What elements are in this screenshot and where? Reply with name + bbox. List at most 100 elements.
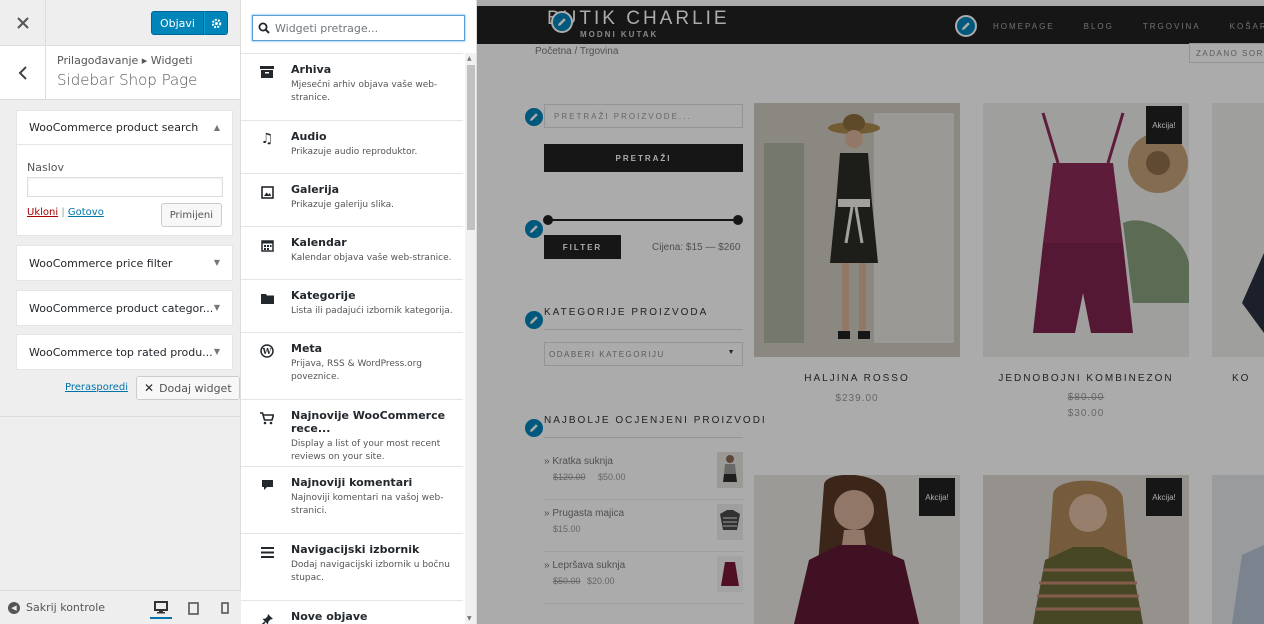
- list-item[interactable]: » Prugasta majica $15.00: [544, 500, 743, 552]
- list-item[interactable]: Navigacijski izbornik Dodaj navigacijski…: [241, 533, 463, 600]
- site-logo[interactable]: BUTIK CHARLIE: [547, 8, 730, 30]
- widget-top-rated[interactable]: WooCommerce top rated produ... ▼: [16, 334, 233, 370]
- menu-icon: [259, 544, 275, 560]
- chevron-left-icon: [18, 66, 27, 80]
- widget-description: Prikazuje audio reproduktor.: [291, 147, 418, 157]
- product-title[interactable]: HALJINA ROSSO: [754, 373, 960, 384]
- edit-shortcut-button[interactable]: [551, 11, 573, 33]
- list-item[interactable]: Najnovije WooCommerce rece... Display a …: [241, 399, 463, 466]
- product-image[interactable]: [754, 103, 960, 357]
- category-select[interactable]: ODABERI KATEGORIJU ▼: [544, 342, 743, 366]
- widget-title: WooCommerce top rated produ...: [29, 345, 213, 359]
- price-slider-min-handle[interactable]: [543, 215, 553, 225]
- remove-link[interactable]: Ukloni: [27, 207, 58, 218]
- nav-item-homepage[interactable]: HOMEPAGE: [993, 22, 1055, 31]
- product-search-input[interactable]: PRETRAŽI PROIZVODE...: [544, 104, 743, 128]
- list-item[interactable]: Kategorije Lista ili padajući izbornik k…: [241, 279, 463, 332]
- customizer-header: Objavi: [0, 0, 240, 46]
- product-image[interactable]: [1212, 475, 1264, 624]
- edit-shortcut-button[interactable]: [955, 15, 977, 37]
- back-button[interactable]: [0, 46, 46, 100]
- price-slider-max-handle[interactable]: [733, 215, 743, 225]
- filter-button[interactable]: FILTER: [544, 235, 621, 259]
- divider: [544, 437, 743, 438]
- widget-header[interactable]: WooCommerce product categor... ▼: [17, 291, 232, 325]
- edit-shortcut-button[interactable]: [523, 106, 545, 128]
- widget-price-filter[interactable]: WooCommerce price filter ▼: [16, 245, 233, 281]
- product-link[interactable]: » Prugasta majica: [544, 508, 624, 519]
- preview-mobile-button[interactable]: [214, 597, 236, 619]
- product-link[interactable]: » Kratka suknja: [544, 456, 613, 467]
- preview-tablet-button[interactable]: [182, 597, 204, 619]
- pencil-icon: [530, 225, 538, 233]
- sort-select[interactable]: ZADANO SORTIRANJE: [1189, 43, 1264, 63]
- section-header: Prilagođavanje ▸ Widgeti Sidebar Shop Pa…: [0, 46, 240, 100]
- hide-controls-button[interactable]: ◀ Sakrij kontrole: [8, 601, 105, 614]
- widget-header[interactable]: WooCommerce top rated produ... ▼: [17, 335, 232, 369]
- widget-header[interactable]: WooCommerce price filter ▼: [17, 246, 232, 280]
- product-title[interactable]: JEDNOBOJNI KOMBINEZON: [983, 373, 1189, 384]
- edit-shortcut-button[interactable]: [523, 417, 545, 439]
- nav-item-blog[interactable]: BLOG: [1084, 22, 1114, 31]
- pencil-icon: [530, 113, 538, 121]
- product-link[interactable]: » Lepršava suknja: [544, 560, 625, 571]
- title-field[interactable]: [27, 177, 223, 197]
- mobile-icon: [221, 602, 229, 614]
- site-preview: BUTIK CHARLIE MODNI KUTAK HOMEPAGE BLOG …: [477, 0, 1264, 624]
- nav-item-cart[interactable]: KOŠARICA: [1230, 22, 1264, 31]
- product-search-button[interactable]: PRETRAŽI: [544, 144, 743, 172]
- list-item[interactable]: » Lepršava suknja $50.00 $20.00: [544, 552, 743, 604]
- cart-icon: [259, 410, 275, 426]
- widget-description: Display a list of your most recent revie…: [291, 439, 441, 462]
- close-icon: [16, 17, 29, 29]
- add-widget-button[interactable]: ✕ Dodaj widget: [136, 376, 240, 400]
- product-price: $239.00: [835, 393, 879, 404]
- widget-header[interactable]: WooCommerce product search ▲: [17, 111, 232, 145]
- edit-shortcut-button[interactable]: [523, 218, 545, 240]
- widget-actions: Ukloni | Gotovo: [27, 207, 104, 218]
- list-item[interactable]: » Kratka suknja $120.00 $50.00: [544, 448, 743, 500]
- hide-controls-label: Sakrij kontrole: [26, 601, 106, 614]
- scroll-up-icon[interactable]: ▲: [467, 55, 472, 62]
- product-title[interactable]: KO: [1232, 373, 1264, 384]
- publish-button[interactable]: Objavi: [150, 11, 204, 35]
- divider: [544, 329, 743, 330]
- price: $15.00: [553, 524, 581, 534]
- product-thumbnail[interactable]: [717, 556, 743, 592]
- widget-search-input[interactable]: [275, 21, 460, 35]
- pencil-icon: [558, 18, 566, 26]
- list-item[interactable]: ♫ Audio Prikazuje audio reproduktor.: [241, 120, 463, 173]
- list-item[interactable]: Arhiva Mjesečni arhiv objava vaše web-st…: [241, 53, 463, 120]
- widget-product-categories[interactable]: WooCommerce product categor... ▼: [16, 290, 233, 326]
- list-item[interactable]: Nove objave: [241, 600, 463, 624]
- reorder-link[interactable]: Prerasporedi: [65, 382, 128, 393]
- list-item[interactable]: Najnoviji komentari Najnoviji komentari …: [241, 466, 463, 533]
- gallery-icon: [259, 184, 275, 200]
- apply-button[interactable]: Primijeni: [160, 203, 222, 227]
- widget-name: Najnoviji komentari: [291, 476, 413, 489]
- close-customizer-button[interactable]: [0, 0, 46, 46]
- list-item[interactable]: Kalendar Kalendar objava vaše web-strani…: [241, 226, 463, 279]
- widget-name: Nove objave: [291, 610, 368, 623]
- caret-down-icon: ▼: [213, 347, 220, 356]
- category-select-value: ODABERI KATEGORIJU: [549, 350, 665, 359]
- widget-form: Naslov Ukloni | Gotovo Primijeni: [17, 145, 232, 227]
- customizer-panel: Objavi Prilagođavanje ▸ Widgeti Sidebar …: [0, 0, 241, 624]
- scroll-down-icon[interactable]: ▼: [467, 615, 472, 622]
- preview-desktop-button[interactable]: [150, 597, 172, 619]
- widget-name: Audio: [291, 130, 327, 143]
- nav-item-shop[interactable]: TRGOVINA: [1143, 22, 1201, 31]
- list-item[interactable]: Galerija Prikazuje galeriju slika.: [241, 173, 463, 226]
- scroll-thumb[interactable]: [467, 65, 475, 230]
- edit-shortcut-button[interactable]: [523, 309, 545, 331]
- list-item[interactable]: W Meta Prijava, RSS & WordPress.org pove…: [241, 332, 463, 399]
- product-thumbnail[interactable]: [717, 452, 743, 488]
- pencil-icon: [530, 316, 538, 324]
- done-link[interactable]: Gotovo: [68, 207, 104, 218]
- product-image[interactable]: [1212, 103, 1264, 357]
- scrollbar[interactable]: ▲ ▼: [465, 53, 476, 624]
- pencil-icon: [530, 424, 538, 432]
- product-thumbnail[interactable]: [717, 504, 743, 540]
- publish-settings-button[interactable]: [204, 11, 228, 35]
- price-slider-track: [546, 219, 739, 221]
